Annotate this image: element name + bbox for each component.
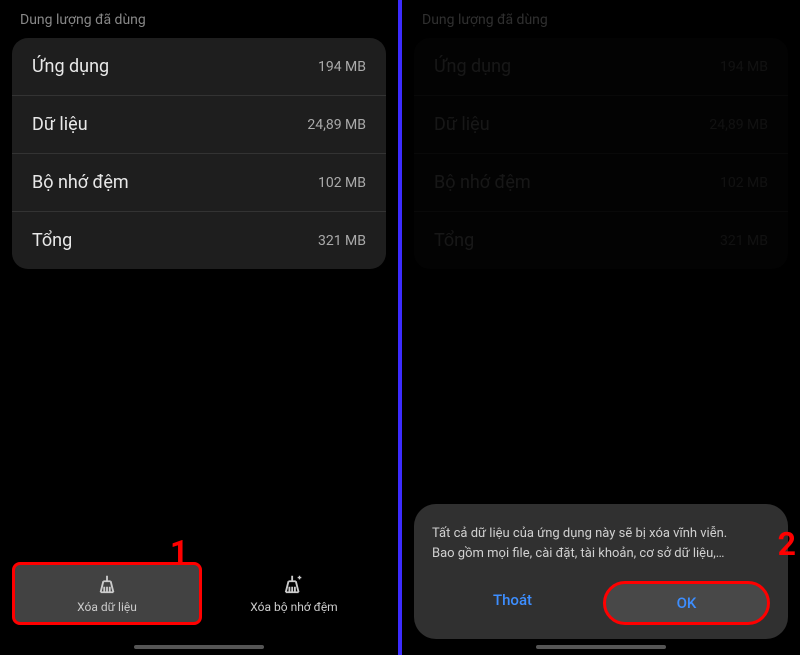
broom-sparkle-icon (283, 573, 305, 595)
phone-left-content: Dung lượng đã dùng Ứng dụng 194 MB Dữ li… (0, 0, 398, 645)
broom-icon (96, 573, 118, 595)
bottom-actions: Xóa dữ liệu Xóa bộ nhớ đệm (12, 562, 386, 645)
storage-row-cache: Bộ nhớ đệm 102 MB (414, 154, 788, 212)
storage-label: Dữ liệu (32, 114, 88, 135)
clear-cache-label: Xóa bộ nhớ đệm (250, 600, 337, 614)
storage-value: 24,89 MB (307, 117, 366, 133)
phone-right: Dung lượng đã dùng Ứng dụng 194 MB Dữ li… (402, 0, 800, 655)
storage-card: Ứng dụng 194 MB Dữ liệu 24,89 MB Bộ nhớ … (12, 38, 386, 269)
dialog-line-1: Tất cả dữ liệu của ứng dụng này sẽ bị xó… (432, 524, 770, 544)
storage-row-app[interactable]: Ứng dụng 194 MB (12, 38, 386, 96)
dialog-exit-button[interactable]: Thoát (432, 581, 593, 625)
confirm-dialog: Tất cả dữ liệu của ứng dụng này sẽ bị xó… (414, 504, 788, 639)
storage-label: Bộ nhớ đệm (434, 172, 531, 193)
storage-value: 102 MB (318, 175, 366, 191)
storage-value: 102 MB (720, 175, 768, 191)
storage-card: Ứng dụng 194 MB Dữ liệu 24,89 MB Bộ nhớ … (414, 38, 788, 269)
storage-row-total: Tổng 321 MB (414, 212, 788, 269)
storage-value: 194 MB (720, 59, 768, 75)
storage-value: 321 MB (720, 233, 768, 249)
dialog-line-2: Bao gồm mọi file, cài đặt, tài khoản, cơ… (432, 544, 770, 564)
section-title: Dung lượng đã dùng (12, 8, 386, 38)
storage-label: Ứng dụng (434, 56, 511, 77)
storage-label: Tổng (32, 230, 72, 251)
clear-data-label: Xóa dữ liệu (77, 600, 137, 614)
storage-row-total[interactable]: Tổng 321 MB (12, 212, 386, 269)
storage-label: Ứng dụng (32, 56, 109, 77)
storage-label: Tổng (434, 230, 474, 251)
storage-row-data[interactable]: Dữ liệu 24,89 MB (12, 96, 386, 154)
storage-value: 194 MB (318, 59, 366, 75)
storage-row-app: Ứng dụng 194 MB (414, 38, 788, 96)
annotation-step-2: 2 (778, 525, 796, 563)
storage-label: Dữ liệu (434, 114, 490, 135)
dialog-text: Tất cả dữ liệu của ứng dụng này sẽ bị xó… (432, 524, 770, 563)
dialog-buttons: Thoát OK (432, 581, 770, 625)
clear-cache-button[interactable]: Xóa bộ nhớ đệm (202, 562, 386, 625)
nav-indicator (536, 645, 666, 649)
storage-label: Bộ nhớ đệm (32, 172, 129, 193)
storage-row-data: Dữ liệu 24,89 MB (414, 96, 788, 154)
phone-left: Dung lượng đã dùng Ứng dụng 194 MB Dữ li… (0, 0, 398, 655)
section-title: Dung lượng đã dùng (414, 8, 788, 38)
annotation-step-1: 1 (170, 533, 188, 571)
storage-value: 24,89 MB (709, 117, 768, 133)
nav-indicator (134, 645, 264, 649)
clear-data-button[interactable]: Xóa dữ liệu (12, 562, 202, 625)
storage-row-cache[interactable]: Bộ nhớ đệm 102 MB (12, 154, 386, 212)
storage-value: 321 MB (318, 233, 366, 249)
dialog-ok-button[interactable]: OK (603, 581, 770, 625)
